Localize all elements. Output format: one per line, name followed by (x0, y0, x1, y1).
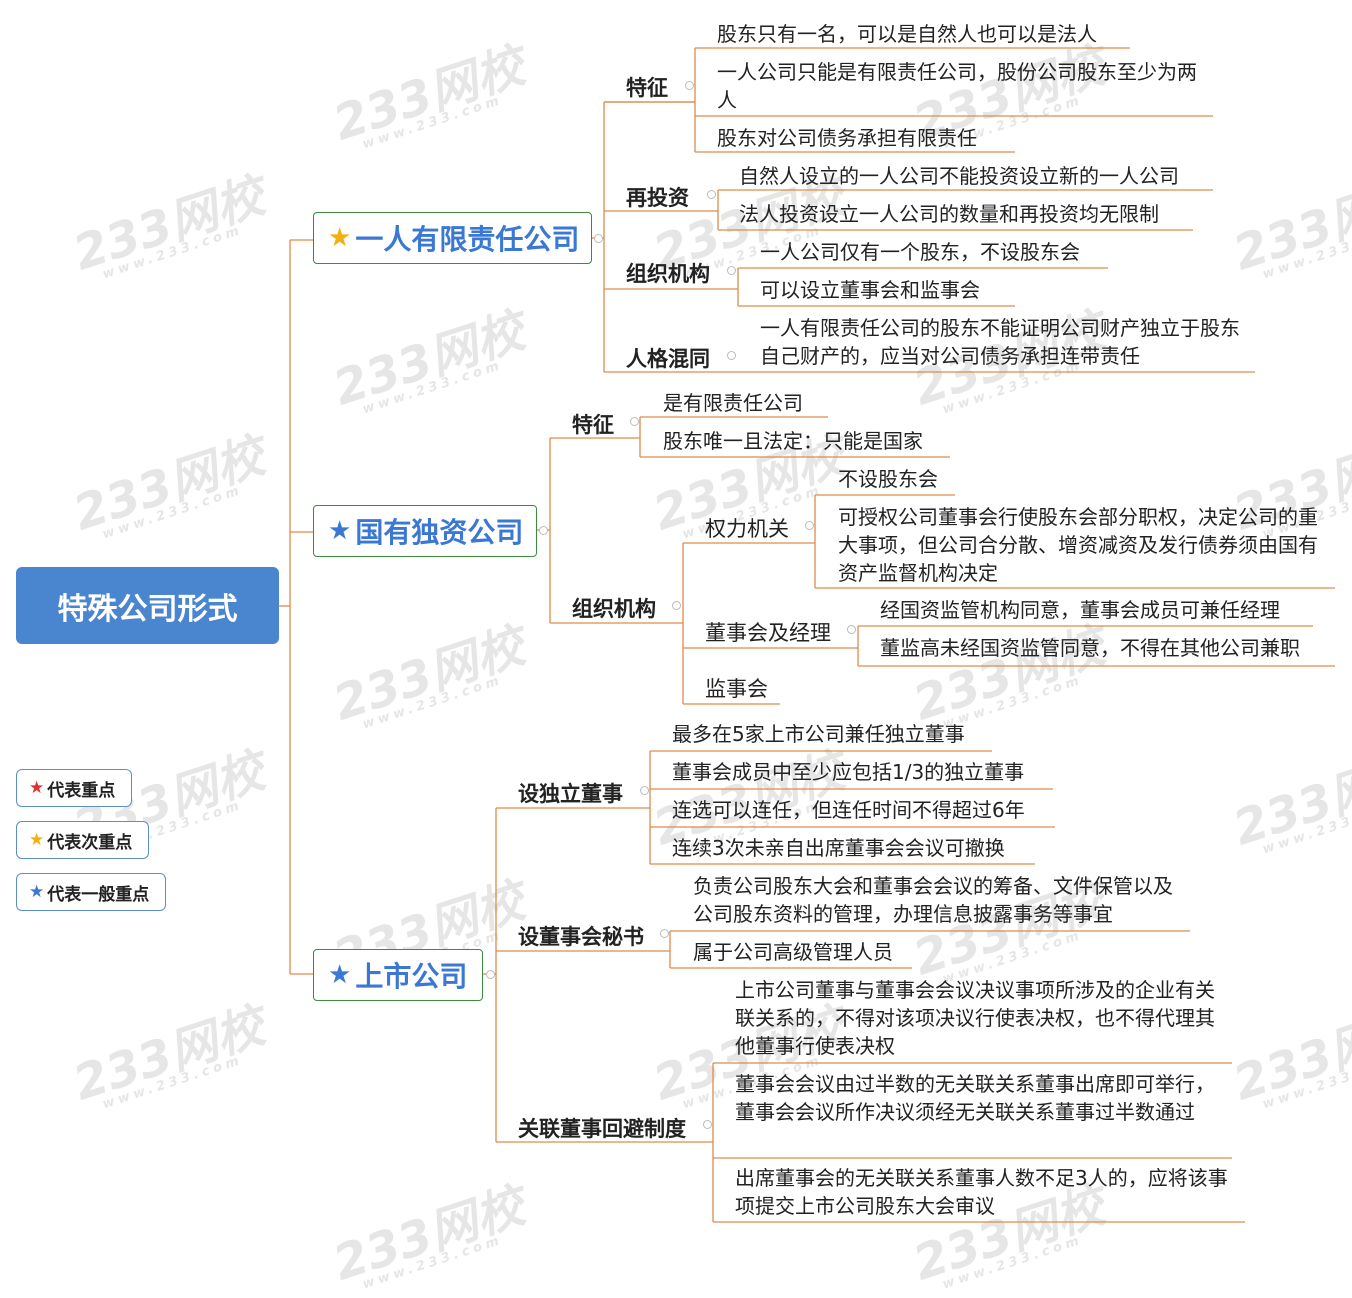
leaf-text: 董监高未经国资监管同意，不得在其他公司兼职 (880, 636, 1300, 660)
leaf-text: 可授权公司董事会行使股东会部分职权，决定公司的重大事项，但公司合分散、增资减资及… (838, 505, 1318, 585)
blue-star-icon: ★ (29, 882, 45, 902)
subtopic-personality-confusion[interactable]: 人格混同 (626, 343, 710, 373)
leaf-text: 连续3次未亲自出席董事会会议可撤换 (672, 836, 1005, 860)
branch-title: 一人有限责任公司 (355, 223, 580, 256)
subtopic-authority[interactable]: 权力机关 (705, 513, 789, 543)
collapse-toggle-icon[interactable] (539, 526, 548, 535)
blue-star-icon: ★ (328, 960, 352, 990)
subtopic-independent-director[interactable]: 设独立董事 (518, 778, 623, 808)
collapse-toggle-icon[interactable] (630, 417, 639, 426)
collapse-toggle-icon[interactable] (594, 234, 603, 243)
subtopic-organization[interactable]: 组织机构 (626, 258, 710, 288)
leaf-text: 负责公司股东大会和董事会会议的筹备、文件保管以及公司股东资料的管理，办理信息披露… (693, 874, 1173, 926)
legend-label: 代表一般重点 (47, 884, 150, 905)
leaf-text: 一人公司仅有一个股东，不设股东会 (760, 240, 1080, 264)
branch-one-person-llc[interactable]: ★ 一人有限责任公司 (313, 212, 592, 264)
branch-listed-company[interactable]: ★ 上市公司 (313, 949, 483, 1001)
legend-item-secondary: ★ 代表次重点 (16, 821, 149, 859)
leaf-text: 一人有限责任公司的股东不能证明公司财产独立于股东自己财产的，应当对公司债务承担连… (760, 316, 1240, 368)
leaf-text: 董事会成员中至少应包括1/3的独立董事 (672, 760, 1025, 784)
collapse-toggle-icon[interactable] (672, 601, 681, 610)
subtopic-supervisory-board[interactable]: 监事会 (705, 673, 768, 703)
collapse-toggle-icon[interactable] (847, 625, 856, 634)
root-topic-label: 特殊公司形式 (57, 591, 238, 627)
blue-star-icon: ★ (328, 516, 352, 546)
subtopic-board-and-manager[interactable]: 董事会及经理 (705, 617, 831, 647)
legend-label: 代表重点 (47, 780, 116, 801)
leaf-text: 董事会会议由过半数的无关联关系董事出席即可举行，董事会会议所作决议须经无关联关系… (735, 1072, 1215, 1124)
leaf-text: 自然人设立的一人公司不能投资设立新的一人公司 (739, 164, 1179, 188)
branch-title: 上市公司 (355, 960, 468, 993)
subtopic-reinvestment[interactable]: 再投资 (626, 182, 689, 212)
subtopic-features[interactable]: 特征 (572, 409, 614, 439)
legend-label: 代表次重点 (47, 832, 133, 853)
legend-item-general: ★ 代表一般重点 (16, 873, 166, 911)
collapse-toggle-icon[interactable] (685, 81, 694, 90)
leaf-text: 上市公司董事与董事会会议决议事项所涉及的企业有关联关系的，不得对该项决议行使表决… (735, 978, 1215, 1058)
leaf-text: 属于公司高级管理人员 (693, 940, 893, 964)
red-star-icon: ★ (29, 778, 45, 798)
gold-star-icon: ★ (29, 830, 45, 850)
branch-title: 国有独资公司 (355, 516, 524, 549)
collapse-toggle-icon[interactable] (703, 1120, 712, 1129)
collapse-toggle-icon[interactable] (727, 351, 736, 360)
leaf-text: 连选可以连任，但连任时间不得超过6年 (672, 798, 1025, 822)
collapse-toggle-icon[interactable] (727, 266, 736, 275)
subtopic-related-director-recusal[interactable]: 关联董事回避制度 (518, 1113, 686, 1143)
subtopic-features[interactable]: 特征 (626, 72, 668, 102)
leaf-text: 出席董事会的无关联关系董事人数不足3人的，应将该事项提交上市公司股东大会审议 (735, 1166, 1228, 1218)
leaf-text: 一人公司只能是有限责任公司，股份公司股东至少为两人 (717, 60, 1197, 112)
root-topic[interactable]: 特殊公司形式 (16, 567, 279, 644)
leaf-text: 法人投资设立一人公司的数量和再投资均无限制 (739, 202, 1159, 226)
leaf-text: 是有限责任公司 (663, 391, 803, 415)
collapse-toggle-icon[interactable] (805, 521, 814, 530)
gold-star-icon: ★ (328, 223, 352, 253)
leaf-text: 经国资监管机构同意，董事会成员可兼任经理 (880, 598, 1280, 622)
leaf-text: 股东只有一名，可以是自然人也可以是法人 (717, 22, 1097, 46)
leaf-text: 股东唯一且法定：只能是国家 (663, 429, 923, 453)
subtopic-organization[interactable]: 组织机构 (572, 593, 656, 623)
leaf-text: 不设股东会 (838, 467, 938, 491)
collapse-toggle-icon[interactable] (707, 190, 716, 199)
collapse-toggle-icon[interactable] (486, 970, 495, 979)
leaf-text: 股东对公司债务承担有限责任 (717, 126, 977, 150)
branch-state-owned[interactable]: ★ 国有独资公司 (313, 505, 537, 557)
collapse-toggle-icon[interactable] (660, 929, 669, 938)
legend-item-key: ★ 代表重点 (16, 769, 132, 807)
leaf-text: 最多在5家上市公司兼任独立董事 (672, 722, 965, 746)
collapse-toggle-icon[interactable] (640, 786, 649, 795)
leaf-text: 可以设立董事会和监事会 (760, 278, 980, 302)
subtopic-board-secretary[interactable]: 设董事会秘书 (518, 921, 644, 951)
